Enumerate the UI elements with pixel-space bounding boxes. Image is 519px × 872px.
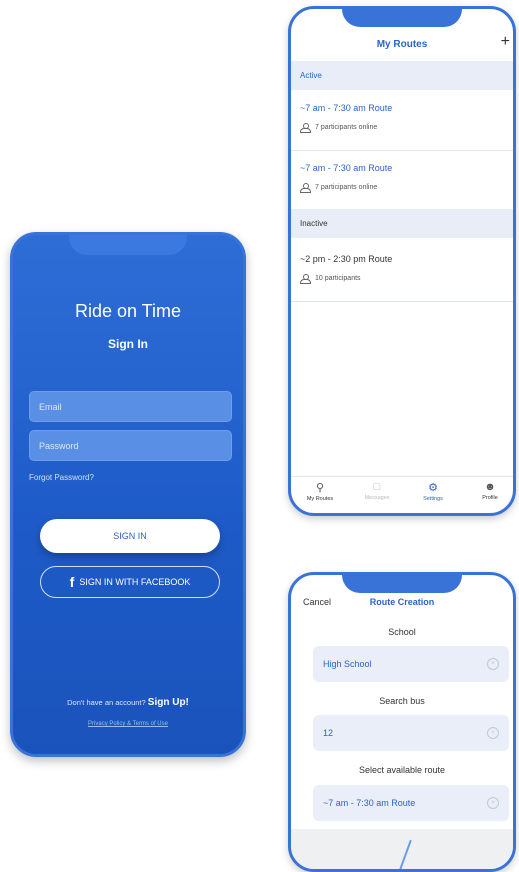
tab-my-routes[interactable]: ⚲ My Routes bbox=[295, 481, 345, 502]
signup-prompt: Don't have an account? Sign Up! bbox=[13, 697, 243, 708]
routes-phone: My Routes + Active ~7 am - 7:30 am Route… bbox=[288, 6, 516, 516]
gear-icon: ⚙ bbox=[428, 482, 438, 494]
search-bus-label: Search bus bbox=[379, 696, 425, 706]
divider bbox=[291, 150, 513, 151]
email-field[interactable]: Email bbox=[29, 391, 232, 422]
tab-label: My Routes bbox=[306, 496, 334, 502]
route-value: ~7 am - 7:30 am Route bbox=[323, 798, 416, 808]
active-section-header: Active bbox=[291, 61, 513, 90]
participants-icon bbox=[300, 274, 311, 284]
bus-value: 12 bbox=[323, 728, 334, 738]
signin-button[interactable]: SIGN IN bbox=[40, 519, 220, 553]
page-title: My Routes bbox=[376, 39, 428, 50]
select-route-label: Select available route bbox=[358, 765, 446, 775]
tab-profile[interactable]: ☻ Profile bbox=[465, 481, 513, 501]
chat-icon: □ bbox=[373, 481, 381, 493]
page-title: Route Creation bbox=[369, 597, 435, 607]
route-participants: 7 participants online bbox=[315, 184, 378, 191]
signin-heading: Sign In bbox=[108, 337, 148, 351]
search-bus-field[interactable]: 12 × bbox=[313, 715, 509, 751]
signup-link[interactable]: Sign Up! bbox=[148, 697, 189, 708]
user-icon: ☻ bbox=[484, 481, 496, 493]
tab-settings[interactable]: ⚙ Settings bbox=[408, 481, 458, 502]
routes-header: My Routes + bbox=[291, 31, 513, 61]
route-item[interactable]: ~2 pm - 2:30 pm Route 10 participants bbox=[300, 254, 513, 284]
app-title: Ride on Time bbox=[74, 301, 182, 321]
route-item[interactable]: ~7 am - 7:30 am Route 7 participants onl… bbox=[300, 103, 513, 133]
route-title: ~7 am - 7:30 am Route bbox=[300, 103, 393, 113]
school-label: School bbox=[388, 627, 416, 637]
route-title: ~2 pm - 2:30 pm Route bbox=[300, 254, 393, 264]
route-creation-phone: Cancel Route Creation School High School… bbox=[288, 572, 516, 872]
tab-bar: ⚲ My Routes □ Messages ⚙ Settings ☻ Prof… bbox=[291, 476, 513, 513]
phone-notch bbox=[342, 575, 462, 593]
facebook-signin-button[interactable]: f SIGN IN WITH FACEBOOK bbox=[40, 566, 220, 598]
privacy-policy-link[interactable]: Privacy Policy & Terms of Use bbox=[13, 721, 243, 727]
tab-label: Settings bbox=[423, 496, 443, 502]
clear-icon[interactable]: × bbox=[487, 797, 499, 809]
map-route-line bbox=[396, 839, 412, 869]
inactive-section-header: Inactive bbox=[291, 209, 513, 238]
clear-icon[interactable]: × bbox=[487, 727, 499, 739]
school-value: High School bbox=[323, 659, 372, 669]
route-map[interactable] bbox=[291, 829, 513, 869]
tab-label: Profile bbox=[482, 495, 498, 501]
tab-messages[interactable]: □ Messages bbox=[352, 481, 402, 501]
add-route-icon[interactable]: + bbox=[501, 33, 510, 51]
divider bbox=[291, 301, 513, 302]
phone-notch bbox=[342, 9, 462, 27]
school-field[interactable]: High School × bbox=[313, 646, 509, 682]
participants-icon bbox=[300, 183, 311, 193]
route-item[interactable]: ~7 am - 7:30 am Route 7 participants onl… bbox=[300, 163, 513, 193]
route-participants: 10 participants bbox=[315, 275, 361, 282]
password-field[interactable]: Password bbox=[29, 430, 232, 461]
route-participants: 7 participants online bbox=[315, 124, 378, 131]
no-account-text: Don't have an account? bbox=[67, 698, 146, 707]
forgot-password-link[interactable]: Forgot Password? bbox=[29, 473, 94, 482]
route-select-field[interactable]: ~7 am - 7:30 am Route × bbox=[313, 785, 509, 821]
facebook-button-label: SIGN IN WITH FACEBOOK bbox=[79, 577, 191, 587]
signin-phone: Ride on Time Sign In Email Password Forg… bbox=[10, 232, 246, 757]
facebook-icon: f bbox=[69, 574, 75, 590]
route-title: ~7 am - 7:30 am Route bbox=[300, 163, 393, 173]
phone-notch bbox=[69, 235, 187, 255]
map-pin-icon: ⚲ bbox=[315, 482, 325, 494]
clear-icon[interactable]: × bbox=[487, 658, 499, 670]
tab-label: Messages bbox=[364, 495, 390, 501]
participants-icon bbox=[300, 123, 311, 133]
